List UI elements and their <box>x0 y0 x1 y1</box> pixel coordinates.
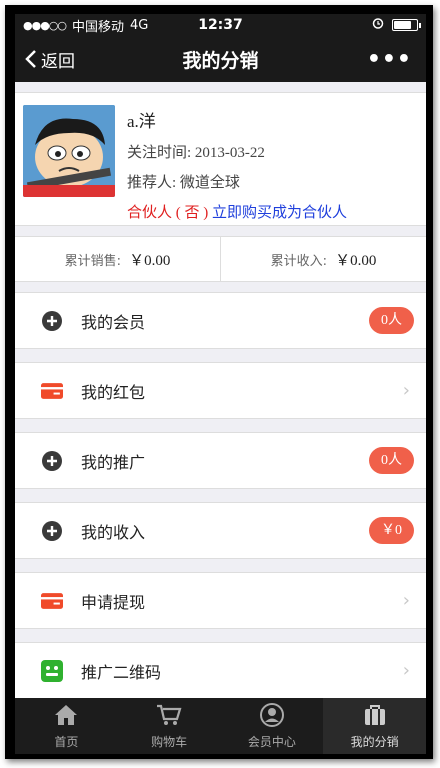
profile-card: a.洋 关注时间: 2013-03-22 推荐人: 微道全球 合伙人 ( 否 )… <box>15 92 426 226</box>
total-income-value: ￥0.00 <box>335 252 377 269</box>
avatar[interactable] <box>23 105 115 197</box>
menu-item[interactable]: 我的推广 0人 <box>15 432 426 489</box>
total-sales-value: ￥0.00 <box>129 252 171 269</box>
menu-item[interactable]: 推广二维码 › <box>15 642 426 699</box>
tab-label: 购物车 <box>151 734 188 749</box>
partner-status: 合伙人 ( 否 ) <box>127 205 209 221</box>
follow-date: 2013-03-22 <box>194 145 265 161</box>
tab-bar: 首页 购物车 会员中心 我的分销 <box>15 698 426 754</box>
total-income: 累计收入: ￥0.00 <box>220 237 426 281</box>
total-sales: 累计销售: ￥0.00 <box>15 237 220 281</box>
referrer-value: 微道全球 <box>179 175 240 191</box>
chevron-right-icon: › <box>402 660 410 681</box>
stats-row: 累计销售: ￥0.00 累计收入: ￥0.00 <box>15 236 426 282</box>
menu-item-label: 推广二维码 <box>81 662 162 682</box>
menu-list: 我的会员 0人 我的红包 › 我的推广 0人 我的收入 ￥0 申请提现 › 推广二维码 › <box>15 292 426 699</box>
total-income-label: 累计收入: <box>270 253 328 269</box>
screen: ●●●○○ 中国移动 4G 12:37 返回 我的分销 ••• a.洋 关注时间… <box>15 14 426 754</box>
tab-label: 会员中心 <box>247 734 296 749</box>
partner-row: 合伙人 ( 否 ) 立即购买成为合伙人 <box>127 201 347 222</box>
more-button[interactable]: ••• <box>367 47 426 72</box>
referrer-label: 推荐人: <box>127 175 177 191</box>
phone-frame: ●●●○○ 中国移动 4G 12:37 返回 我的分销 ••• a.洋 关注时间… <box>5 5 433 759</box>
plus-circle-icon <box>41 310 63 332</box>
plus-circle-icon <box>41 520 63 542</box>
bag-icon <box>362 703 388 730</box>
page-title: 我的分销 <box>182 49 259 72</box>
card-icon <box>41 380 63 402</box>
battery-icon <box>392 19 421 31</box>
follow-label: 关注时间: <box>127 145 192 161</box>
back-button[interactable]: 返回 <box>15 47 75 72</box>
chevron-left-icon <box>25 50 36 68</box>
qr-face-icon <box>41 659 63 682</box>
cart-icon <box>156 703 182 730</box>
count-badge: 0人 <box>369 447 414 474</box>
menu-item[interactable]: 我的红包 › <box>15 362 426 419</box>
menu-item-label: 我的会员 <box>81 312 146 332</box>
menu-item-label: 我的红包 <box>81 382 146 402</box>
referrer-row: 推荐人: 微道全球 <box>127 171 347 192</box>
home-icon <box>53 703 79 730</box>
plus-circle-icon <box>41 450 63 472</box>
menu-item[interactable]: 我的收入 ￥0 <box>15 502 426 559</box>
menu-item[interactable]: 我的会员 0人 <box>15 292 426 349</box>
clock: 12:37 <box>198 17 243 33</box>
tab-label: 我的分销 <box>350 734 399 749</box>
follow-date-row: 关注时间: 2013-03-22 <box>127 141 347 162</box>
user-name: a.洋 <box>127 112 156 131</box>
tab-home[interactable]: 首页 <box>15 698 118 754</box>
chevron-right-icon: › <box>402 590 410 611</box>
menu-item-label: 我的推广 <box>81 452 146 472</box>
menu-item[interactable]: 申请提现 › <box>15 572 426 629</box>
tab-cart[interactable]: 购物车 <box>118 698 221 754</box>
chevron-right-icon: › <box>402 380 410 401</box>
nav-bar: 返回 我的分销 ••• <box>15 36 426 82</box>
menu-item-label: 我的收入 <box>81 522 146 542</box>
tab-label: 首页 <box>54 734 79 749</box>
battery-level <box>394 21 411 29</box>
tab-bag[interactable]: 我的分销 <box>323 698 426 754</box>
total-sales-label: 累计销售: <box>64 253 122 269</box>
count-badge: 0人 <box>369 307 414 334</box>
count-badge: ￥0 <box>369 517 414 544</box>
card-icon <box>41 590 63 612</box>
menu-item-label: 申请提现 <box>81 592 146 612</box>
tab-user[interactable]: 会员中心 <box>221 698 324 754</box>
become-partner-link[interactable]: 立即购买成为合伙人 <box>212 205 347 221</box>
back-label: 返回 <box>41 51 75 72</box>
status-bar: ●●●○○ 中国移动 4G 12:37 <box>15 14 426 36</box>
user-icon <box>259 702 285 730</box>
